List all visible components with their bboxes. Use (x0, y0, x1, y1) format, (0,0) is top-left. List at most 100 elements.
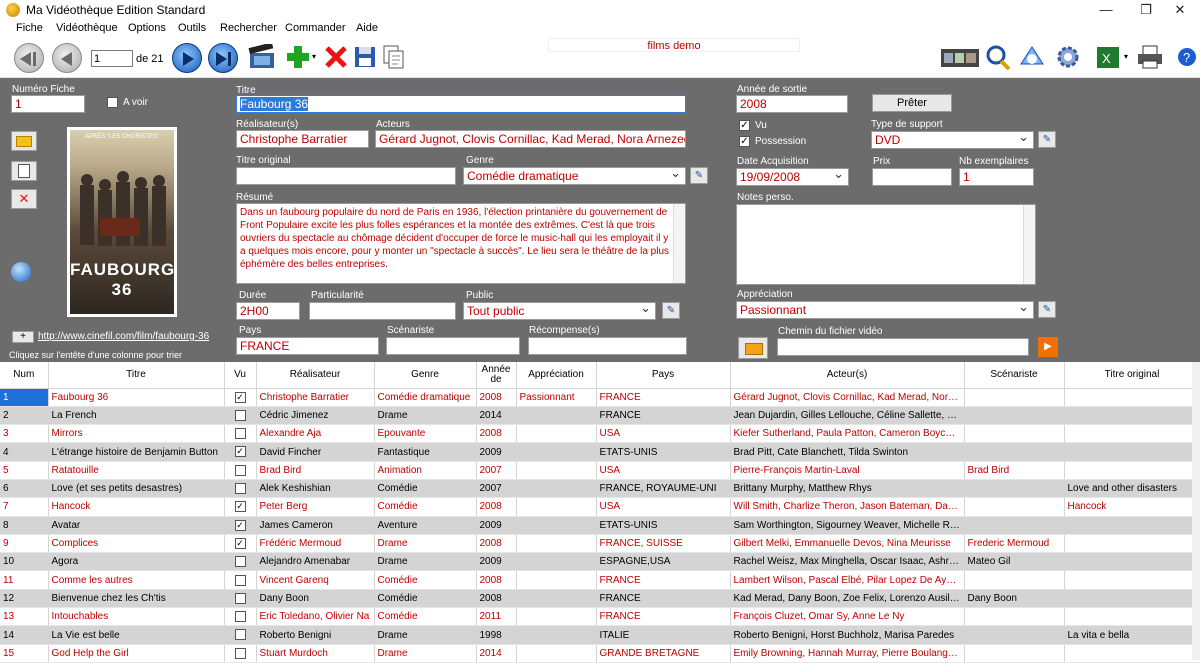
cell-vu[interactable] (224, 406, 257, 426)
cell-scenariste[interactable] (964, 424, 1065, 444)
cell-realisateur[interactable]: Eric Toledano, Olivier Na (256, 607, 375, 627)
cell-titre[interactable]: Faubourg 36 (48, 388, 225, 407)
cell-genre[interactable]: Comédie (374, 607, 477, 627)
cell-pays[interactable]: FRANCE (596, 406, 731, 426)
vu-cell-checkbox[interactable] (234, 428, 246, 440)
cell-num[interactable]: 8 (0, 516, 49, 535)
clapperboard-icon[interactable] (248, 42, 276, 70)
excel-export-icon[interactable]: X (1094, 44, 1122, 70)
cell-num[interactable]: 12 (0, 589, 49, 609)
vu-cell-checkbox[interactable] (234, 629, 246, 641)
cell-appreciation[interactable] (516, 442, 597, 462)
annee-field[interactable]: 2008 (736, 95, 848, 113)
cell-realisateur[interactable]: Brad Bird (256, 461, 375, 480)
vu-cell-checkbox[interactable] (234, 409, 246, 421)
table-row[interactable]: 6 Love (et ses petits desastres) Alek Kesh… (0, 479, 1200, 499)
appreciation-edit-icon[interactable]: ✎ (1038, 301, 1056, 318)
cell-scenariste[interactable]: Frederic Mermoud (964, 534, 1065, 554)
cell-num[interactable]: 7 (0, 497, 49, 517)
cell-realisateur[interactable]: Cédric Jimenez (256, 406, 375, 426)
col-num[interactable]: Num (0, 362, 49, 389)
realisateur-field[interactable]: Christophe Barratier (236, 130, 369, 148)
cell-acteurs[interactable]: Brad Pitt, Cate Blanchett, Tilda Swinton (730, 442, 965, 462)
save-icon[interactable] (352, 44, 380, 70)
cell-titre-original[interactable] (1064, 552, 1200, 572)
menu-outils[interactable]: Outils (178, 22, 206, 34)
nb-exemplaires-field[interactable]: 1 (959, 168, 1034, 186)
cell-titre-original[interactable] (1064, 461, 1200, 480)
cell-pays[interactable]: USA (596, 497, 731, 517)
cell-genre[interactable]: Animation (374, 461, 477, 480)
cell-acteurs[interactable]: Lambert Wilson, Pascal Elbé, Pilar Lopez… (730, 570, 965, 590)
table-row[interactable]: 9 Complices ✓ Frédéric Mermoud Drame 2008 FRAN… (0, 534, 1200, 554)
vu-cell-checkbox[interactable] (234, 464, 246, 476)
acteurs-field[interactable]: Gérard Jugnot, Clovis Cornillac, Kad Mer… (375, 130, 686, 148)
grid-scrollbar[interactable] (1192, 362, 1200, 660)
cell-vu[interactable] (224, 424, 257, 444)
cell-pays[interactable]: FRANCE, SUISSE (596, 534, 731, 554)
cell-annee[interactable]: 2009 (476, 552, 517, 572)
prix-field[interactable] (872, 168, 952, 186)
cell-vu[interactable] (224, 589, 257, 609)
cell-scenariste[interactable]: Dany Boon (964, 589, 1065, 609)
col-pays[interactable]: Pays (596, 362, 731, 389)
cell-acteurs[interactable]: Will Smith, Charlize Theron, Jason Batem… (730, 497, 965, 517)
cell-titre-original[interactable] (1064, 607, 1200, 627)
type-support-select[interactable]: DVD (871, 131, 1034, 149)
table-row[interactable]: 1 Faubourg 36 ✓ Christophe Barratier Comédie… (0, 388, 1200, 407)
cell-titre-original[interactable] (1064, 388, 1200, 407)
cell-titre[interactable]: Agora (48, 552, 225, 572)
settings-icon[interactable] (1054, 44, 1082, 70)
cell-realisateur[interactable]: Alejandro Amenabar (256, 552, 375, 572)
globe-icon[interactable] (11, 262, 31, 282)
cell-pays[interactable]: ETATS-UNIS (596, 442, 731, 462)
vu-cell-checkbox[interactable] (234, 483, 246, 495)
vu-cell-checkbox[interactable] (234, 611, 246, 623)
cell-genre[interactable]: Drame (374, 552, 477, 572)
cell-titre-original[interactable] (1064, 589, 1200, 609)
cell-scenariste[interactable] (964, 497, 1065, 517)
col-vu[interactable]: Vu (224, 362, 257, 389)
cell-num[interactable]: 3 (0, 424, 49, 444)
cell-vu[interactable]: ✓ (224, 388, 257, 407)
cell-num[interactable]: 6 (0, 479, 49, 499)
duree-field[interactable]: 2H00 (236, 302, 300, 320)
first-record-button[interactable] (14, 43, 44, 73)
export-dropdown-icon[interactable]: ▾ (1124, 52, 1128, 61)
paste-icon[interactable] (11, 161, 37, 181)
cell-titre[interactable]: Hancock (48, 497, 225, 517)
cell-pays[interactable]: USA (596, 461, 731, 480)
cell-titre[interactable]: Bienvenue chez les Ch'tis (48, 589, 225, 609)
cell-annee[interactable]: 2008 (476, 424, 517, 444)
table-row[interactable]: 12 Bienvenue chez les Ch'tis Dany Boon Comé… (0, 589, 1200, 609)
delete-icon[interactable] (322, 44, 350, 70)
cell-num[interactable]: 13 (0, 607, 49, 627)
cell-titre-original[interactable]: Love and other disasters (1064, 479, 1200, 499)
cell-vu[interactable] (224, 607, 257, 627)
cell-acteurs[interactable]: Rachel Weisz, Max Minghella, Oscar Isaac… (730, 552, 965, 572)
cell-annee[interactable]: 2007 (476, 461, 517, 480)
cell-acteurs[interactable]: Gérard Jugnot, Clovis Cornillac, Kad Mer… (730, 388, 965, 407)
cell-appreciation[interactable] (516, 406, 597, 426)
menu-videotheque[interactable]: Vidéothèque (56, 22, 118, 34)
cell-appreciation[interactable] (516, 461, 597, 480)
cell-pays[interactable]: FRANCE (596, 607, 731, 627)
next-record-button[interactable] (172, 43, 202, 73)
cell-pays[interactable]: FRANCE (596, 388, 731, 407)
cell-titre-original[interactable]: La vita e bella (1064, 625, 1200, 645)
cell-realisateur[interactable]: Frédéric Mermoud (256, 534, 375, 554)
cell-genre[interactable]: Comédie (374, 589, 477, 609)
cell-appreciation[interactable] (516, 424, 597, 444)
cell-appreciation[interactable] (516, 589, 597, 609)
cell-scenariste[interactable]: Brad Bird (964, 461, 1065, 480)
cell-num[interactable]: 1 (0, 388, 49, 407)
cell-appreciation[interactable] (516, 479, 597, 499)
cell-appreciation[interactable] (516, 607, 597, 627)
add-icon[interactable] (284, 44, 312, 70)
menu-options[interactable]: Options (128, 22, 166, 34)
table-row[interactable]: 7 Hancock ✓ Peter Berg Comédie 2008 USA Will Sm… (0, 497, 1200, 517)
cell-acteurs[interactable]: Sam Worthington, Sigourney Weaver, Miche… (730, 516, 965, 535)
cell-realisateur[interactable]: Alek Keshishian (256, 479, 375, 499)
col-realisateur[interactable]: Réalisateur (256, 362, 375, 389)
cell-num[interactable]: 11 (0, 570, 49, 590)
